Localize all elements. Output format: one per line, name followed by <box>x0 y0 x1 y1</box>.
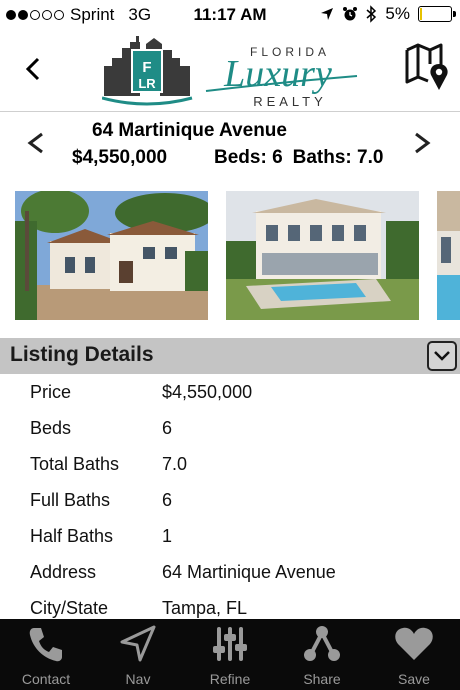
listing-address: 64 Martinique Avenue <box>92 120 287 141</box>
listing-price: $4,550,000 <box>72 147 168 168</box>
tab-label: Nav <box>125 671 151 687</box>
tab-label: Share <box>303 671 341 687</box>
tab-contact[interactable]: Contact <box>0 619 92 690</box>
listing-beds: Beds: 6 <box>214 147 283 168</box>
photo-carousel[interactable] <box>0 191 460 320</box>
bottom-tab-bar: Contact Nav Refine Share Save <box>0 619 460 690</box>
back-button[interactable] <box>20 52 46 86</box>
status-bar: Sprint 3G 11:17 AM 5% <box>0 0 460 30</box>
listing-photo[interactable] <box>437 191 460 320</box>
listing-photo[interactable] <box>226 191 419 320</box>
tab-nav[interactable]: Nav <box>92 619 184 690</box>
detail-row: Half Baths 1 <box>0 518 460 554</box>
chevron-right-icon <box>415 132 431 154</box>
svg-text:LR: LR <box>138 76 156 91</box>
logo-mark: F LR FLORIDA Luxury REALTY <box>101 36 358 109</box>
detail-label: Price <box>30 381 72 402</box>
detail-label: Address <box>30 561 97 582</box>
listing-baths: Baths: 7.0 <box>292 147 384 168</box>
battery-icon <box>418 6 456 22</box>
heart-icon <box>391 621 437 667</box>
detail-label: City/State <box>30 597 109 618</box>
detail-value: 1 <box>162 525 173 546</box>
detail-row: Price $4,550,000 <box>0 374 460 410</box>
detail-value: Tampa, FL <box>162 597 248 618</box>
battery-percent: 5% <box>385 4 410 23</box>
svg-text:F: F <box>142 59 151 76</box>
tab-save[interactable]: Save <box>368 619 460 690</box>
alarm-icon <box>343 7 358 21</box>
property-header: 64 Martinique Avenue $4,550,000 Beds: 6 Ba… <box>0 114 460 176</box>
detail-row: Full Baths 6 <box>0 482 460 518</box>
detail-label: Half Baths <box>30 525 114 546</box>
tab-label: Refine <box>209 671 251 687</box>
next-listing-button[interactable] <box>410 128 434 158</box>
sliders-icon <box>207 621 253 667</box>
tab-refine[interactable]: Refine <box>184 619 276 690</box>
section-title: Listing Details <box>10 343 154 366</box>
chevron-left-icon <box>27 132 43 154</box>
detail-value: 6 <box>162 417 173 438</box>
listing-photo[interactable] <box>15 191 208 320</box>
location-arrow-icon <box>321 8 334 20</box>
tab-label: Save <box>398 671 430 687</box>
detail-label: Beds <box>30 417 72 438</box>
chevron-down-icon <box>434 351 450 361</box>
bluetooth-icon <box>366 5 377 23</box>
detail-row: Beds 6 <box>0 410 460 446</box>
collapse-toggle-button[interactable] <box>427 341 457 371</box>
detail-value: 7.0 <box>162 453 188 474</box>
app-header: F LR FLORIDA Luxury REALTY <box>0 30 460 112</box>
previous-listing-button[interactable] <box>24 128 48 158</box>
listing-summary: $4,550,000 Beds: 6 Baths: 7.0 <box>72 147 383 169</box>
svg-text:Luxury: Luxury <box>223 53 332 95</box>
chevron-left-icon <box>25 57 40 81</box>
detail-value: 64 Martinique Avenue <box>162 561 336 582</box>
tab-label: Contact <box>21 671 71 687</box>
detail-row: Address 64 Martinique Avenue <box>0 554 460 590</box>
share-icon <box>299 621 345 667</box>
listing-details-header[interactable]: Listing Details <box>0 338 460 374</box>
brand-logo[interactable]: F LR FLORIDA Luxury REALTY <box>101 36 362 110</box>
map-button[interactable] <box>404 42 450 94</box>
navigation-arrow-icon <box>115 621 161 667</box>
detail-value: 6 <box>162 489 173 510</box>
svg-text:REALTY: REALTY <box>253 94 327 109</box>
detail-label: Total Baths <box>30 453 120 474</box>
detail-row: Total Baths 7.0 <box>0 446 460 482</box>
detail-label: Full Baths <box>30 489 111 510</box>
phone-icon <box>23 621 69 667</box>
detail-value: $4,550,000 <box>162 381 253 402</box>
map-pin-icon <box>405 43 448 90</box>
listing-details-table: Price $4,550,000 Beds 6 Total Baths 7.0 Ful… <box>0 374 460 626</box>
tab-share[interactable]: Share <box>276 619 368 690</box>
